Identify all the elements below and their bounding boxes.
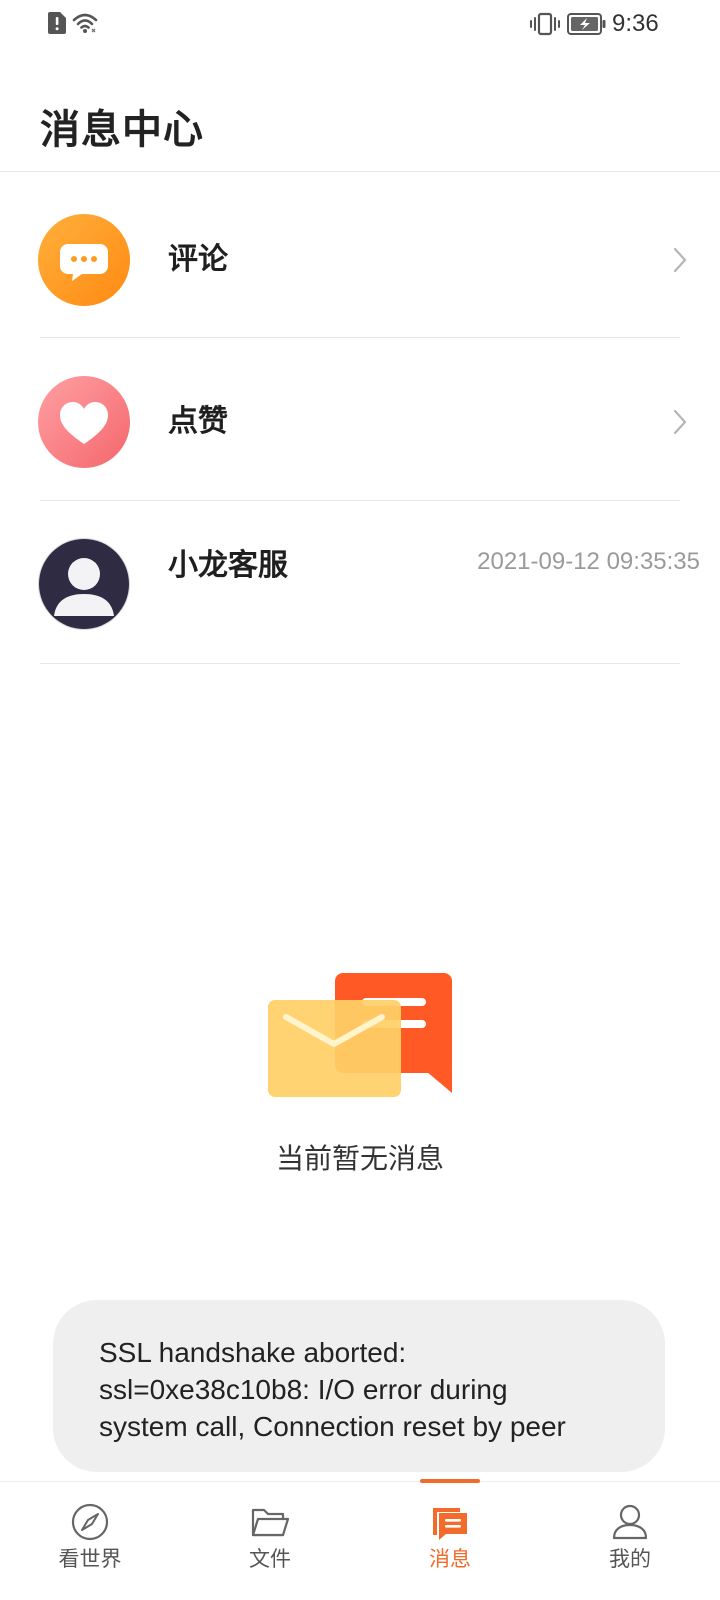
row-label: 小龙客服 (168, 549, 288, 582)
wifi-icon (72, 13, 98, 33)
toast-text-line: ssl=0xe38c10b8: I/O error during (99, 1374, 508, 1405)
header-divider (0, 171, 720, 172)
error-toast: SSL handshake aborted: ssl=0xe38c10b8: I… (53, 1300, 665, 1472)
customer-service-avatar (38, 538, 130, 630)
tab-label: 看世界 (58, 1548, 122, 1571)
profile-icon (612, 1504, 648, 1540)
message-row-likes[interactable]: 点赞 (0, 340, 720, 500)
status-bar: 9:36 (0, 0, 720, 50)
tab-messages[interactable]: 消息 (360, 1490, 540, 1600)
row-divider (40, 663, 680, 664)
vibrate-icon (530, 12, 560, 36)
tab-label: 我的 (609, 1548, 651, 1571)
message-row-customer-service[interactable]: 小龙客服 2021-09-12 09:35:35 (0, 502, 720, 662)
tab-profile[interactable]: 我的 (540, 1490, 720, 1600)
message-row-comments[interactable]: 评论 (0, 178, 720, 338)
status-time: 9:36 (612, 10, 659, 37)
row-divider (40, 337, 680, 338)
mail-message-illustration (268, 973, 452, 1097)
toast-text-line: system call, Connection reset by peer (99, 1411, 566, 1442)
tab-files[interactable]: 文件 (180, 1490, 360, 1600)
folder-icon (251, 1508, 290, 1537)
tab-bar-border (0, 1481, 720, 1482)
tab-label: 文件 (249, 1548, 291, 1571)
row-label: 点赞 (168, 405, 228, 438)
toast-text-line: SSL handshake aborted: (99, 1337, 407, 1368)
tab-explore[interactable]: 看世界 (0, 1490, 180, 1600)
active-tab-indicator (420, 1479, 480, 1483)
row-divider (40, 500, 680, 501)
compass-icon (71, 1503, 109, 1541)
heart-icon (38, 376, 130, 468)
chevron-right-icon (673, 409, 687, 435)
comment-icon (38, 214, 130, 306)
message-icon (433, 1508, 467, 1540)
row-label: 评论 (168, 243, 228, 276)
tab-label: 消息 (429, 1548, 471, 1571)
sim-alert-icon (48, 12, 66, 34)
chevron-right-icon (673, 247, 687, 273)
empty-state-text: 当前暂无消息 (275, 1143, 444, 1174)
page-title: 消息中心 (40, 108, 204, 152)
message-time: 2021-09-12 09:35:35 (477, 548, 700, 575)
battery-charging-icon (567, 13, 606, 35)
